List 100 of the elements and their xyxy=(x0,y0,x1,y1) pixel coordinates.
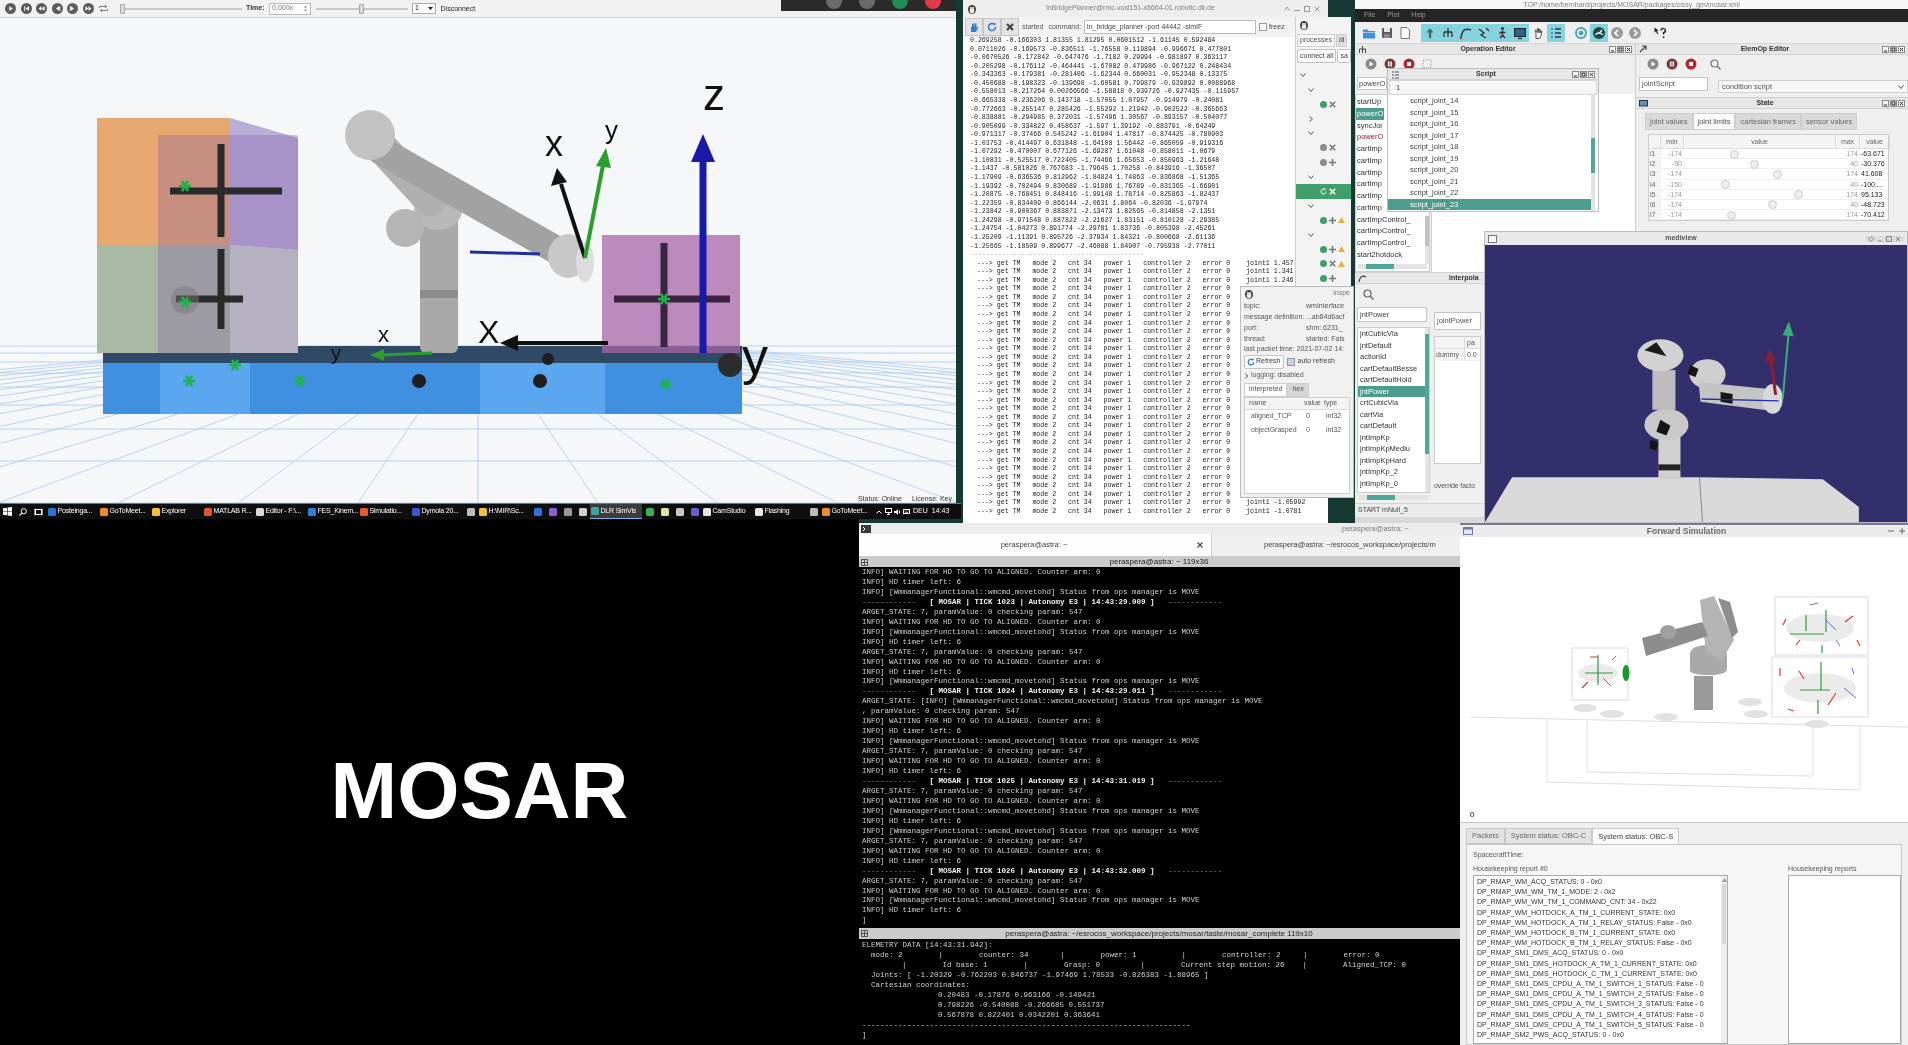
search-icon[interactable] xyxy=(19,507,27,516)
slider-thumb[interactable] xyxy=(1768,200,1778,210)
tree-icon xyxy=(1358,44,1367,54)
close-icon[interactable] xyxy=(1625,45,1632,53)
restore-icon[interactable] xyxy=(1890,45,1897,53)
minimize-icon[interactable] xyxy=(1572,70,1579,78)
minimize-icon[interactable] xyxy=(1609,45,1616,53)
pause-icon[interactable] xyxy=(1666,58,1678,70)
grid-icon xyxy=(861,930,868,937)
step-back-icon[interactable] xyxy=(51,3,63,14)
close-icon[interactable] xyxy=(1898,99,1905,107)
maximize-icon[interactable] xyxy=(1886,235,1892,242)
asterisk-icon xyxy=(177,295,193,309)
chevron-icon[interactable] xyxy=(1308,86,1314,93)
gauge-icon xyxy=(1592,25,1606,40)
close-icon[interactable] xyxy=(1898,45,1905,53)
toolbar-button[interactable] xyxy=(1001,18,1019,36)
chevron-icon[interactable] xyxy=(1308,202,1314,209)
scrollbar[interactable] xyxy=(1359,495,1428,500)
scrollbar[interactable] xyxy=(1591,95,1595,211)
pause-icon[interactable] xyxy=(1384,58,1396,70)
title-text: MOSAR xyxy=(330,751,629,831)
slider-thumb[interactable] xyxy=(1721,180,1731,190)
toolbar-button[interactable] xyxy=(1547,23,1565,42)
plus-icon[interactable] xyxy=(1899,528,1905,534)
monitor-icon xyxy=(1639,98,1648,108)
tree-item[interactable] xyxy=(1296,184,1351,199)
cross-icon[interactable] xyxy=(1329,144,1336,152)
minimize-icon[interactable] xyxy=(1882,99,1889,107)
keyboard-icon[interactable] xyxy=(903,509,910,514)
cross-icon[interactable] xyxy=(1329,100,1336,108)
fast-forward-icon[interactable] xyxy=(82,3,94,14)
pane-title: peraspera@astra: ~ 119x36 xyxy=(1109,558,1209,566)
scrollbar[interactable] xyxy=(1358,264,1427,269)
monitor-icon xyxy=(1513,25,1527,40)
position-slider[interactable] xyxy=(119,3,242,14)
asterisk-icon xyxy=(181,374,197,388)
axis-label: y xyxy=(331,342,341,364)
play-icon[interactable] xyxy=(1365,58,1377,70)
loop-icon[interactable] xyxy=(98,3,109,14)
slider-thumb[interactable] xyxy=(119,3,125,14)
ring-icon xyxy=(1574,25,1588,40)
spin-arrows-icon[interactable] xyxy=(303,4,309,13)
chevron-icon[interactable] xyxy=(1308,231,1314,238)
restore-icon[interactable] xyxy=(1580,70,1587,78)
skip-to-start-icon[interactable] xyxy=(20,3,32,14)
close-icon[interactable] xyxy=(1197,542,1203,548)
chevron-icon[interactable] xyxy=(1308,115,1314,122)
axis-label: x xyxy=(378,322,389,347)
slider-thumb[interactable] xyxy=(1729,149,1739,159)
chevron-icon[interactable] xyxy=(1308,130,1314,137)
dotted-square-icon[interactable] xyxy=(1422,59,1432,69)
frame-counter: 0 xyxy=(1470,811,1475,819)
restore-icon[interactable] xyxy=(1890,99,1897,107)
rewind-icon[interactable] xyxy=(36,3,47,14)
restore-icon[interactable] xyxy=(1617,45,1624,53)
minimize-icon[interactable] xyxy=(1882,45,1889,53)
slider-thumb[interactable] xyxy=(1794,190,1804,200)
sphere-marker xyxy=(412,374,426,388)
play-icon[interactable] xyxy=(1647,58,1659,70)
rate-slider[interactable] xyxy=(315,3,408,14)
minus-icon[interactable] xyxy=(1888,528,1894,534)
scrollbar[interactable] xyxy=(1425,328,1429,492)
checkbox[interactable] xyxy=(1286,357,1295,366)
four-squares-icon[interactable] xyxy=(3,507,12,516)
asterisk-icon xyxy=(658,377,674,391)
panels-icon[interactable] xyxy=(34,507,43,516)
stop-icon[interactable] xyxy=(1685,58,1697,70)
checkbox[interactable] xyxy=(1259,23,1268,31)
zigzag-icon xyxy=(1477,25,1491,40)
speaker-icon[interactable] xyxy=(894,508,901,515)
slider-thumb[interactable] xyxy=(1726,210,1736,220)
sphere-marker xyxy=(718,353,742,377)
slider-thumb[interactable] xyxy=(359,3,365,14)
close-icon[interactable] xyxy=(1588,70,1595,78)
monitor-icon[interactable] xyxy=(885,508,892,515)
frame-box xyxy=(1571,647,1630,701)
scrollbar[interactable] xyxy=(1721,876,1727,1043)
sphere-marker xyxy=(542,353,554,365)
slider-thumb[interactable] xyxy=(1749,159,1759,169)
cross-icon[interactable] xyxy=(1329,260,1336,268)
penguin-icon xyxy=(967,3,977,14)
plus-icon[interactable] xyxy=(1329,158,1336,166)
asterisk-icon xyxy=(227,358,243,372)
play-icon[interactable] xyxy=(5,3,16,14)
page-icon xyxy=(1398,25,1412,40)
chevron-icon[interactable] xyxy=(1308,173,1314,180)
maximize-icon[interactable] xyxy=(1304,5,1310,12)
scrollbar[interactable] xyxy=(1425,216,1429,264)
slider-thumb[interactable] xyxy=(1772,169,1782,179)
plus-icon[interactable] xyxy=(1329,274,1336,282)
sphere-marker xyxy=(171,286,199,314)
toolbar-button[interactable] xyxy=(1511,23,1529,42)
plus-icon[interactable] xyxy=(1329,245,1336,253)
chevron-icon[interactable] xyxy=(1300,72,1306,79)
step-forward-icon[interactable] xyxy=(67,3,78,14)
chevron-icon[interactable] xyxy=(1244,372,1249,379)
toolbar-button[interactable] xyxy=(1590,23,1608,42)
plus-icon[interactable] xyxy=(1329,216,1336,224)
triangle-up-icon[interactable] xyxy=(1721,878,1727,882)
